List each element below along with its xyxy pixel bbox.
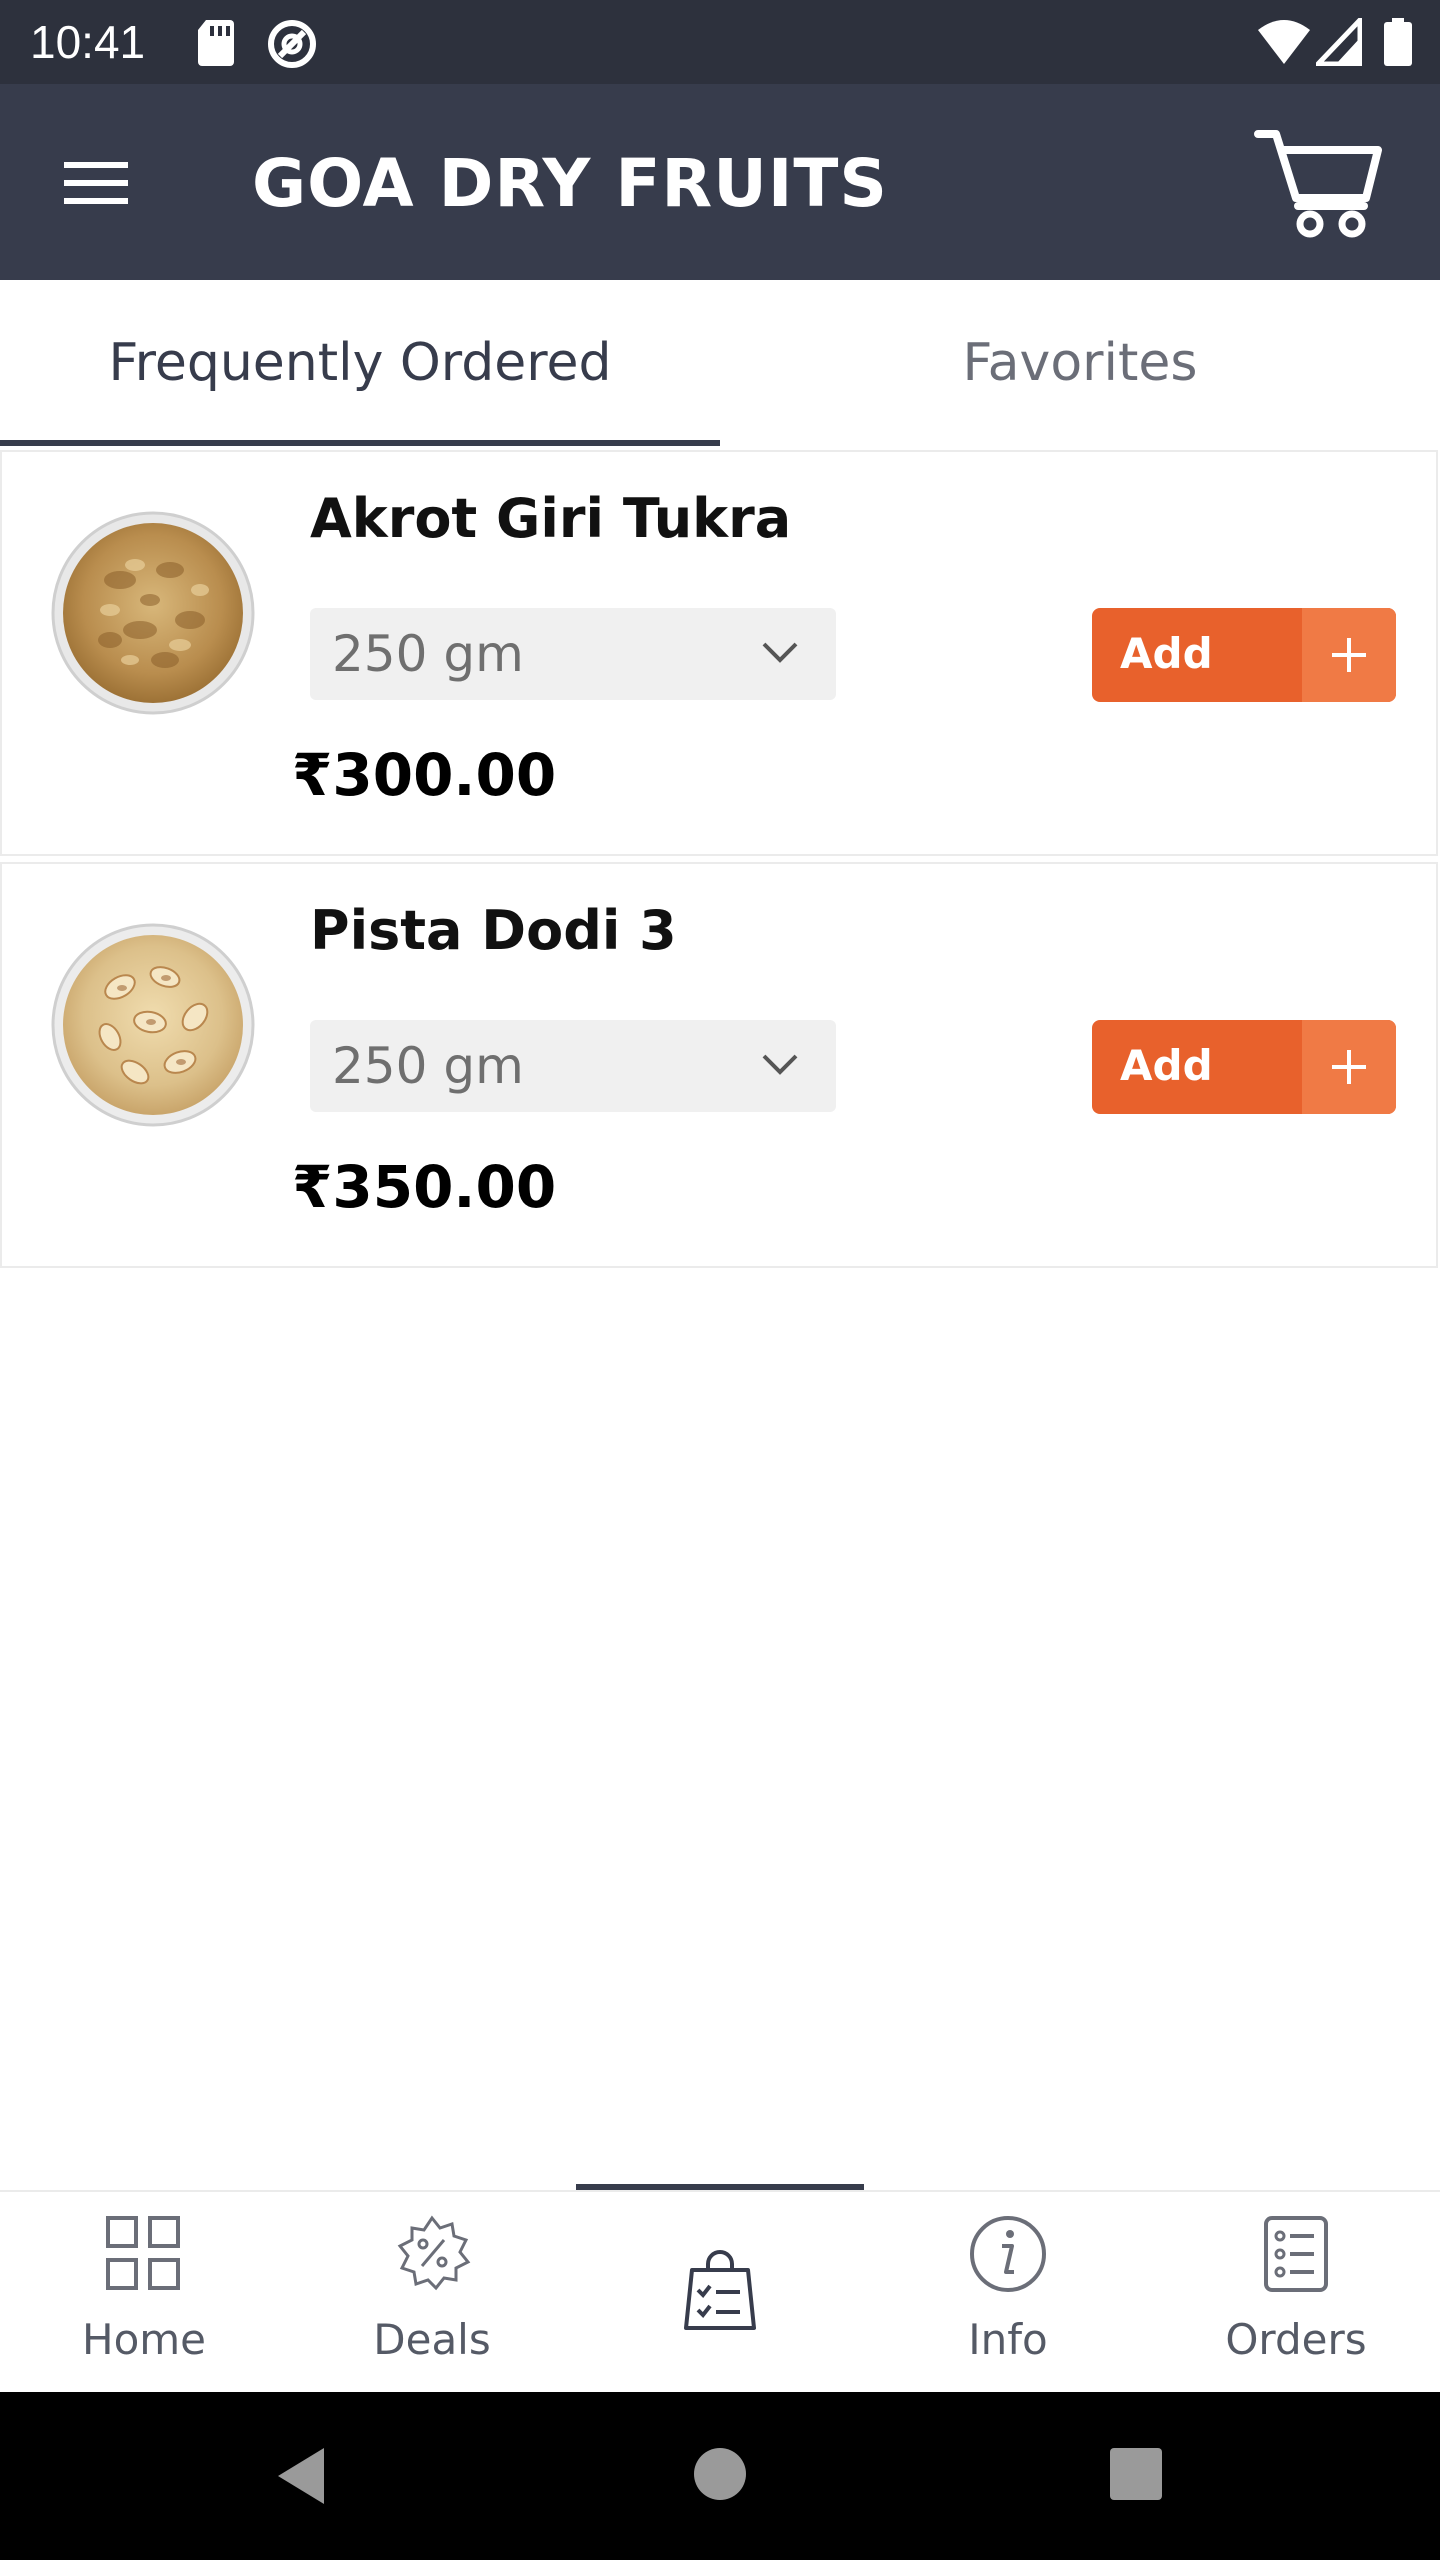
nav-label: Deals [373,2315,491,2364]
nav-label: Info [968,2315,1048,2364]
add-label: Add [1120,1041,1213,1090]
cell-signal-icon [1316,18,1362,66]
order-list-icon [1264,2216,1328,2292]
plus-icon [1332,638,1366,672]
sd-card-icon [198,20,234,66]
battery-icon [1384,18,1412,66]
add-to-cart-button[interactable]: Add [1092,608,1396,702]
home-circle-icon[interactable] [692,2446,748,2502]
status-time: 10:41 [30,16,146,68]
shopping-cart-icon [1254,130,1382,238]
weight-dropdown[interactable]: 250 gm [310,1020,836,1112]
recents-square-icon[interactable] [1108,2446,1164,2502]
nav-deals[interactable]: Deals [288,2192,576,2392]
product-price: ₹350.00 [292,1153,557,1221]
weight-value: 250 gm [332,1037,524,1095]
add-label: Add [1120,629,1213,678]
back-icon[interactable] [272,2444,332,2508]
pistachio-bowl-image [51,923,255,1127]
walnut-bowl-image [51,511,255,715]
shopping-bag-check-icon [684,2250,756,2330]
menu-button[interactable] [50,142,146,222]
product-card: Akrot Giri Tukra 250 gm ₹300.00 Add [0,450,1438,856]
plus-icon [1332,1050,1366,1084]
chevron-down-icon [762,642,798,663]
cart-button[interactable] [1254,128,1384,238]
app-title: GOA DRY FRUITS [252,145,888,222]
grid-icon [106,2216,180,2290]
add-plus-area [1302,1020,1396,1114]
wifi-icon [1258,20,1310,64]
product-price: ₹300.00 [292,741,557,809]
product-name: Akrot Giri Tukra [310,487,792,550]
app-bar: GOA DRY FRUITS [0,84,1440,280]
system-navigation-bar [0,2392,1440,2560]
product-card: Pista Dodi 3 250 gm ₹350.00 Add [0,862,1438,1268]
discount-badge-icon [397,2215,471,2291]
active-tab-indicator [0,440,720,446]
tab-bar: Frequently Ordered Favorites [0,280,1440,446]
status-bar: 10:41 [0,0,1440,84]
nav-label: Orders [1225,2315,1367,2364]
add-plus-area [1302,608,1396,702]
product-name: Pista Dodi 3 [310,899,677,962]
add-to-cart-button[interactable]: Add [1092,1020,1396,1114]
nav-info[interactable]: Info [864,2192,1152,2392]
nav-label: Home [81,2315,207,2364]
nav-frequently-ordered[interactable] [576,2192,864,2392]
tab-frequently-ordered[interactable]: Frequently Ordered [0,280,720,446]
chevron-down-icon [762,1054,798,1075]
tab-favorites[interactable]: Favorites [720,280,1440,446]
weight-dropdown[interactable]: 250 gm [310,608,836,700]
bottom-navigation: Home Deals Info Orders [0,2190,1440,2392]
weight-value: 250 gm [332,625,524,683]
data-saver-icon [268,20,316,68]
hamburger-menu-icon [64,162,128,204]
info-icon [970,2216,1046,2292]
nav-home[interactable]: Home [0,2192,288,2392]
nav-orders[interactable]: Orders [1152,2192,1440,2392]
